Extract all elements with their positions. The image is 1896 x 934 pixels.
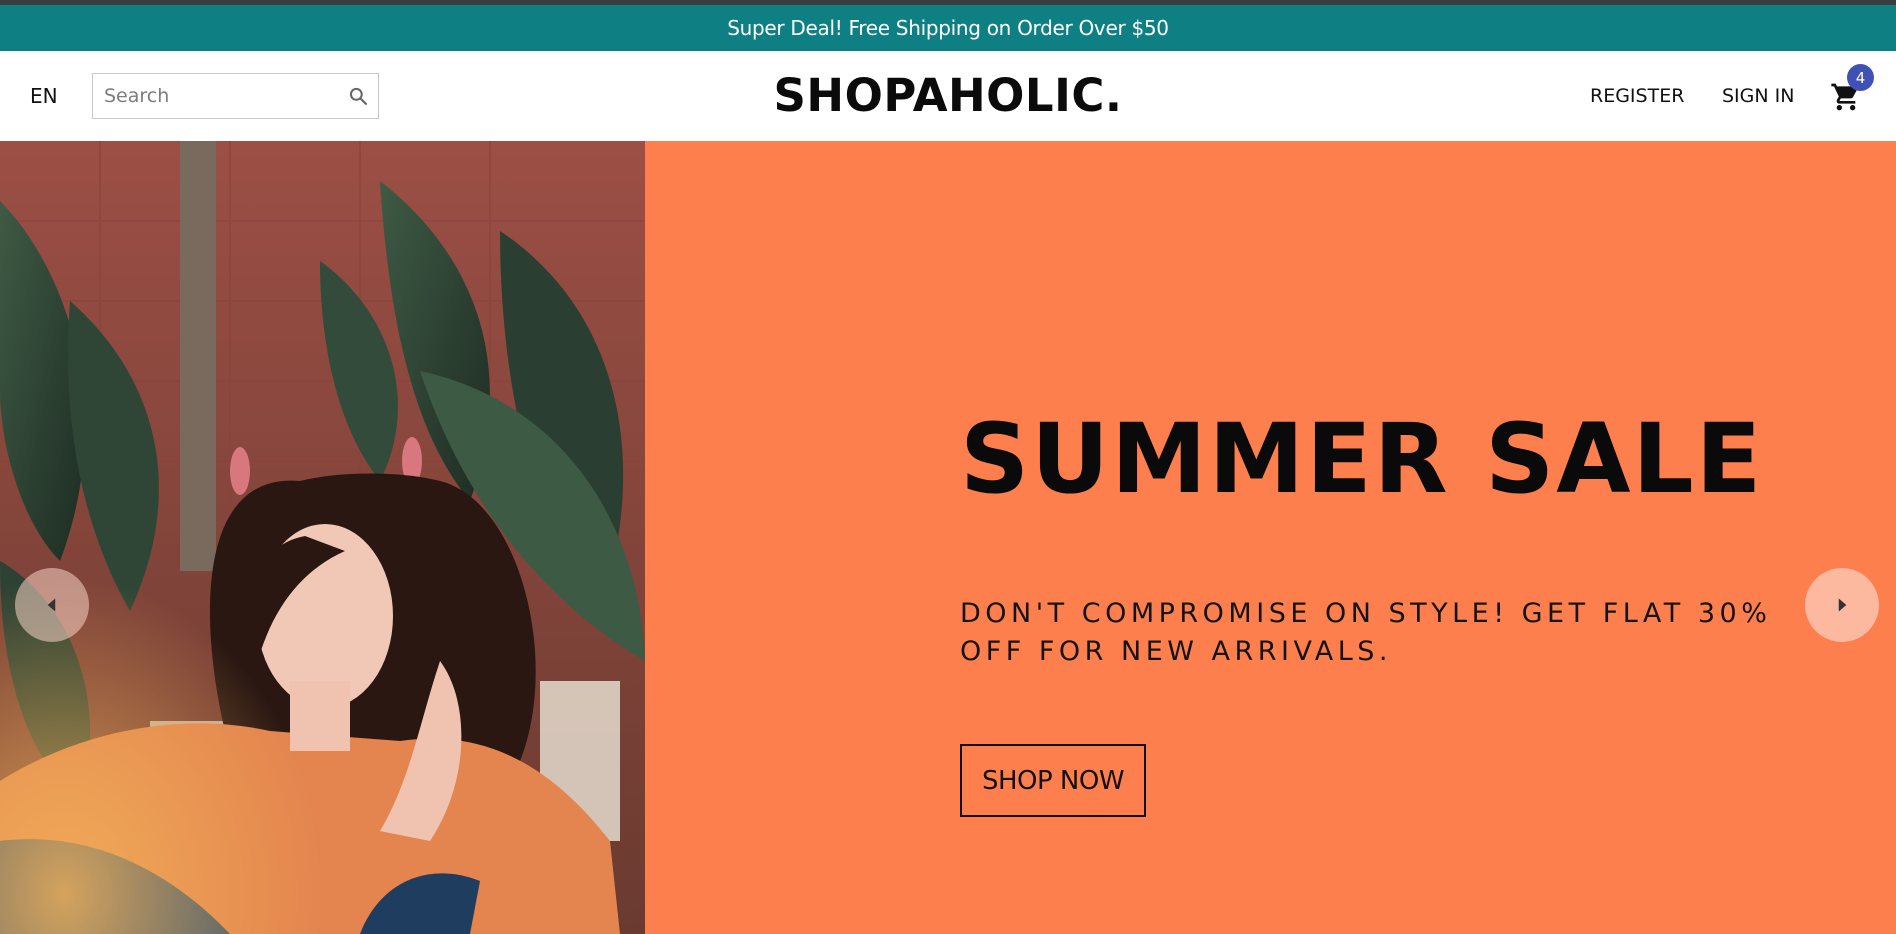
shop-now-button[interactable]: SHOP NOW — [960, 744, 1146, 817]
language-selector[interactable]: EN — [30, 84, 58, 108]
arrow-left-icon — [47, 598, 56, 612]
search-box — [92, 73, 379, 119]
register-link[interactable]: REGISTER — [1590, 85, 1684, 107]
announcement-text: Super Deal! Free Shipping on Order Over … — [727, 16, 1169, 40]
model-photo-illustration — [0, 141, 645, 934]
slider-prev-button[interactable] — [15, 568, 89, 642]
search-icon[interactable] — [348, 86, 368, 106]
arrow-right-icon — [1838, 598, 1847, 612]
announcement-bar: Super Deal! Free Shipping on Order Over … — [0, 5, 1896, 51]
sign-in-link[interactable]: SIGN IN — [1722, 85, 1794, 107]
hero-image — [0, 141, 645, 934]
hero-slider: SUMMER SALE DON'T COMPROMISE ON STYLE! G… — [0, 141, 1896, 934]
cart-count-badge: 4 — [1847, 64, 1874, 91]
search-input[interactable] — [104, 74, 334, 118]
navbar: EN SHOPAHOLIC. REGISTER SIGN IN 4 — [0, 51, 1896, 141]
hero-description: DON'T COMPROMISE ON STYLE! GET FLAT 30% … — [960, 598, 1772, 667]
hero-title: SUMMER SALE — [960, 403, 1764, 515]
slider-next-button[interactable] — [1805, 568, 1879, 642]
